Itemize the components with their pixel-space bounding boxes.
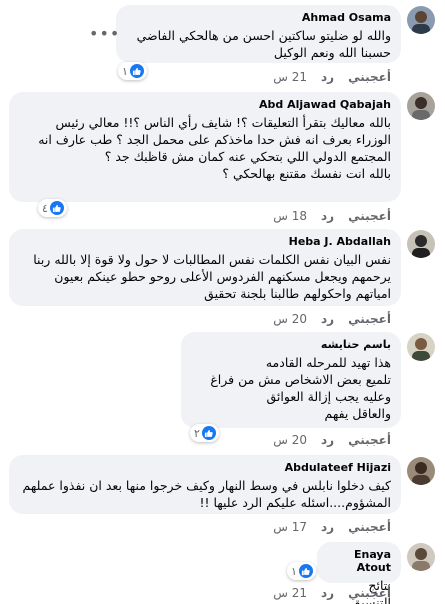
reply-button[interactable]: رد: [321, 586, 334, 600]
like-reaction-icon: [298, 564, 313, 578]
like-button[interactable]: أعجبني: [348, 312, 391, 326]
like-button[interactable]: أعجبني: [348, 433, 391, 447]
reaction-count[interactable]: ٢: [190, 424, 219, 442]
avatar-photo-icon: [407, 333, 435, 361]
reply-button[interactable]: رد: [321, 209, 334, 223]
comment-text: والله لو ضليتو ساكتين احسن من هالحكي الف…: [136, 28, 391, 60]
comment-time[interactable]: 20 س: [273, 312, 307, 326]
comment-text: هذا تهيد للمرحله القادمه تلميع بعض الاشخ…: [210, 355, 391, 421]
comment-time[interactable]: 21 س: [273, 586, 307, 600]
avatar-photo-icon: [407, 92, 435, 120]
avatar[interactable]: [407, 230, 435, 258]
commenter-name[interactable]: Enaya Atout: [327, 548, 391, 574]
reaction-count[interactable]: ٤: [38, 199, 67, 217]
commenter-name[interactable]: Abd Aljawad Qabajah: [19, 98, 391, 111]
more-options-icon[interactable]: •••: [89, 24, 120, 43]
comment-actions: أعجبني رد 21 س: [273, 586, 391, 600]
comment-time[interactable]: 18 س: [273, 209, 307, 223]
comment-time[interactable]: 20 س: [273, 433, 307, 447]
comment-time[interactable]: 21 س: [273, 70, 307, 84]
avatar[interactable]: [407, 333, 435, 361]
reply-button[interactable]: رد: [321, 520, 334, 534]
comment-time[interactable]: 17 س: [273, 520, 307, 534]
comment-actions: أعجبني رد 17 س: [273, 520, 391, 534]
comment-bubble: Enaya Atout نتائج التنسيق: [317, 542, 401, 604]
comment-bubble: Abdulateef Hijazi كيف دخلوا نابلس في وسط…: [9, 455, 401, 514]
comment-actions: أعجبني رد 20 س: [273, 433, 391, 447]
like-reaction-icon: [129, 64, 144, 78]
comment-bubble: باسم حنايشه هذا تهيد للمرحله القادمه تلم…: [181, 332, 401, 428]
avatar-photo-icon: [407, 230, 435, 258]
comment-bubble: Abd Aljawad Qabajah بالله معاليك بتقرأ ا…: [9, 92, 401, 202]
like-button[interactable]: أعجبني: [348, 520, 391, 534]
reaction-count[interactable]: ١: [118, 62, 147, 80]
reply-button[interactable]: رد: [321, 312, 334, 326]
comment-text: نفس البيان نفس الكلمات نفس المطالبات لا …: [33, 252, 391, 301]
like-button[interactable]: أعجبني: [348, 209, 391, 223]
reaction-number: ١: [122, 64, 128, 78]
comment-bubble: Heba J. Abdallah نفس البيان نفس الكلمات …: [9, 229, 401, 306]
avatar-photo-icon: [407, 543, 435, 571]
reaction-number: ١: [291, 564, 297, 578]
comment-actions: أعجبني رد 21 س: [273, 70, 391, 84]
commenter-name[interactable]: Heba J. Abdallah: [19, 235, 391, 248]
avatar[interactable]: [407, 543, 435, 571]
avatar[interactable]: [407, 6, 435, 34]
avatar[interactable]: [407, 457, 435, 485]
commenter-name[interactable]: باسم حنايشه: [191, 338, 391, 351]
comment-text: كيف دخلوا نابلس في وسط النهار وكيف خرجوا…: [22, 478, 392, 510]
commenter-name[interactable]: Abdulateef Hijazi: [19, 461, 391, 474]
comment-actions: أعجبني رد 18 س: [273, 209, 391, 223]
avatar[interactable]: [407, 92, 435, 120]
reaction-count[interactable]: ١: [287, 562, 316, 580]
comment-bubble: Ahmad Osama والله لو ضليتو ساكتين احسن م…: [116, 5, 401, 63]
like-reaction-icon: [49, 201, 64, 215]
like-button[interactable]: أعجبني: [348, 586, 391, 600]
reply-button[interactable]: رد: [321, 70, 334, 84]
comment-text: بالله معاليك بتقرأ التعليقات ؟! شايف رأي…: [38, 115, 391, 181]
like-reaction-icon: [201, 426, 216, 440]
avatar-photo-icon: [407, 6, 435, 34]
avatar-photo-icon: [407, 457, 435, 485]
commenter-name[interactable]: Ahmad Osama: [126, 11, 391, 24]
reaction-number: ٤: [42, 201, 48, 215]
comment-actions: أعجبني رد 20 س: [273, 312, 391, 326]
reply-button[interactable]: رد: [321, 433, 334, 447]
reaction-number: ٢: [194, 426, 200, 440]
like-button[interactable]: أعجبني: [348, 70, 391, 84]
